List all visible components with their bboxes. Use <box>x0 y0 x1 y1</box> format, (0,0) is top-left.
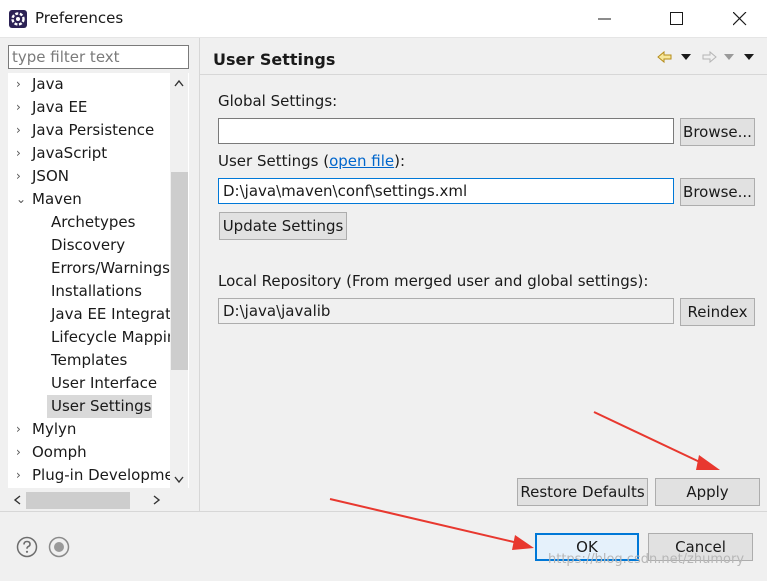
scroll-up-icon[interactable] <box>174 79 184 87</box>
user-browse-button[interactable]: Browse... <box>680 178 755 206</box>
restore-defaults-button[interactable]: Restore Defaults <box>517 478 648 506</box>
expand-icon[interactable]: › <box>16 418 26 441</box>
back-arrow-icon[interactable] <box>656 48 674 66</box>
close-icon <box>733 12 747 26</box>
header-separator <box>200 74 767 75</box>
footer-separator <box>0 511 767 512</box>
user-settings-field[interactable] <box>218 178 674 204</box>
filter-input[interactable] <box>8 45 189 69</box>
expand-icon[interactable]: › <box>16 119 26 142</box>
pane-divider[interactable] <box>199 38 200 512</box>
reindex-button[interactable]: Reindex <box>680 298 755 326</box>
local-repository-field[interactable] <box>218 298 674 324</box>
apply-button[interactable]: Apply <box>655 478 760 506</box>
scroll-down-icon[interactable] <box>174 476 184 484</box>
expand-icon[interactable]: › <box>16 142 26 165</box>
back-dropdown-icon[interactable] <box>681 54 691 60</box>
annotation-arrow-ok <box>329 498 519 544</box>
minimize-icon <box>598 18 611 20</box>
expand-icon[interactable]: › <box>16 165 26 188</box>
update-settings-button[interactable]: Update Settings <box>219 212 347 240</box>
scroll-left-icon[interactable] <box>13 495 21 505</box>
page-title: User Settings <box>213 50 336 69</box>
expand-icon[interactable]: › <box>16 73 26 96</box>
expand-icon[interactable]: › <box>16 441 26 464</box>
annotation-arrowhead-apply <box>696 455 720 470</box>
window-title: Preferences <box>35 9 124 27</box>
record-macro-icon[interactable] <box>48 536 70 558</box>
maximize-button[interactable] <box>654 0 700 38</box>
preference-tree: › Java › Java EE › Java Persistence › JavaSc… <box>8 73 189 488</box>
maximize-icon <box>670 12 683 25</box>
annotation-arrowhead-ok <box>512 535 534 550</box>
close-button[interactable] <box>717 0 763 38</box>
expand-icon[interactable]: › <box>16 464 26 487</box>
annotation-arrow-apply <box>593 411 705 465</box>
tree-vertical-scroll-thumb[interactable] <box>171 172 188 370</box>
local-repository-label: Local Repository (From merged user and g… <box>218 272 649 290</box>
forward-dropdown-icon[interactable] <box>724 54 734 60</box>
minimize-button[interactable] <box>582 0 628 38</box>
expand-icon[interactable]: › <box>16 96 26 119</box>
open-file-link[interactable]: open file <box>329 152 394 170</box>
global-browse-button[interactable]: Browse... <box>680 118 755 146</box>
global-settings-field[interactable] <box>218 118 674 144</box>
user-settings-label: User Settings (open file): <box>218 152 406 170</box>
forward-arrow-icon[interactable] <box>700 48 718 66</box>
watermark-text: https://blog.csdn.net/zhumory <box>548 552 745 567</box>
collapse-icon[interactable]: ⌄ <box>16 188 26 211</box>
view-menu-icon[interactable] <box>744 54 754 60</box>
title-bar: Preferences <box>0 0 767 38</box>
scroll-right-icon[interactable] <box>153 495 161 505</box>
eclipse-gear-icon <box>9 10 27 28</box>
global-settings-label: Global Settings: <box>218 92 338 110</box>
help-icon[interactable] <box>16 536 38 558</box>
tree-horizontal-scroll-thumb[interactable] <box>26 492 130 509</box>
